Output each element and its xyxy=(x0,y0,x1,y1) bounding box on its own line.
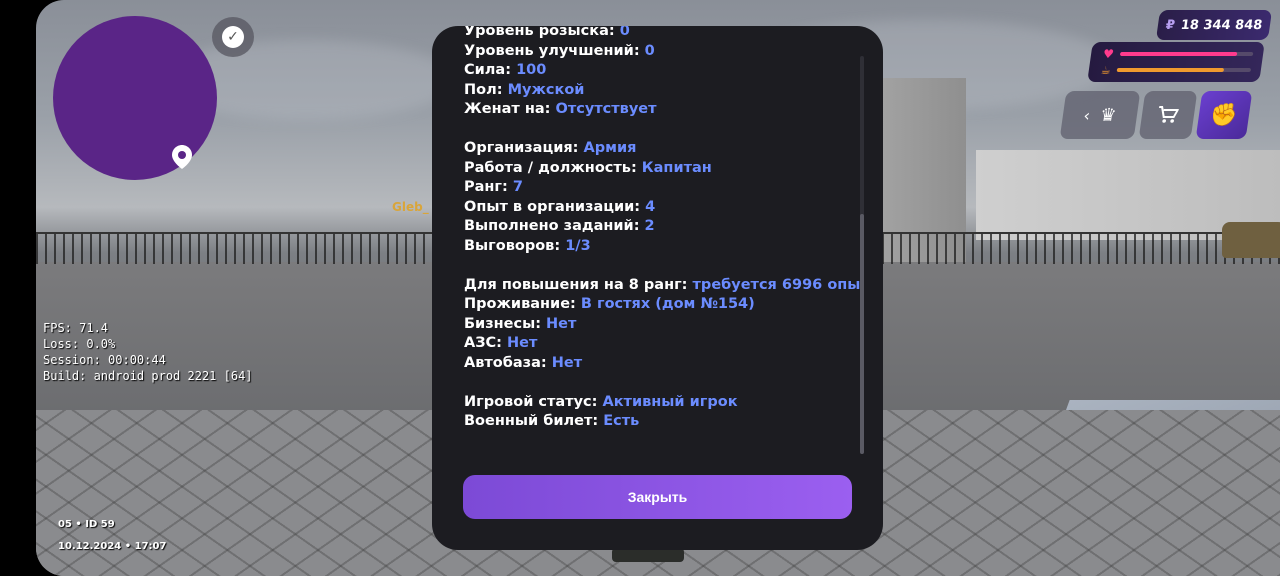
stat-value: Нет xyxy=(507,335,538,351)
stat-row: Военный билет: Есть xyxy=(464,412,864,432)
chat-check-icon: ✓ xyxy=(222,26,244,48)
stat-label: Организация: xyxy=(464,140,584,156)
stat-row: Организация: Армия xyxy=(464,139,864,159)
stat-label: Выполнено заданий: xyxy=(464,218,645,234)
stat-label: Женат на: xyxy=(464,101,556,117)
stat-label: Уровень улучшений: xyxy=(464,42,645,59)
stat-value: В гостях (дом №154) xyxy=(580,296,755,312)
location-pin-icon xyxy=(172,145,192,169)
stat-row: Ранг: 7 xyxy=(464,178,864,198)
player-character xyxy=(612,548,684,562)
heart-icon: ♥ xyxy=(1102,47,1115,61)
scrollbar[interactable] xyxy=(860,56,864,454)
money-display: ₽ 18 344 848 xyxy=(1155,10,1273,40)
stats-scroll-area[interactable]: Уровень розыска: 0 Уровень улучшений: 0С… xyxy=(464,26,864,456)
stat-value: Мужской xyxy=(507,81,585,98)
stat-value: 7 xyxy=(512,179,523,195)
stat-value: Капитан xyxy=(641,159,712,176)
stat-value: Активный игрок xyxy=(602,393,738,410)
stat-label: Пол: xyxy=(464,81,508,98)
stat-value: Нет xyxy=(551,354,583,371)
shop-button[interactable] xyxy=(1138,91,1198,139)
health-bar xyxy=(1119,52,1254,56)
build-text: Build: android prod 2221 [64] xyxy=(43,369,253,383)
stat-label: Игровой статус: xyxy=(464,393,603,410)
stat-label: Бизнесы: xyxy=(464,315,547,332)
stat-row: АЗС: Нет xyxy=(464,334,864,354)
stat-label: Ранг: xyxy=(464,179,513,195)
stat-row: Выговоров: 1/3 xyxy=(464,237,864,257)
stat-label: Автобаза: xyxy=(464,354,552,371)
stat-row: Опыт в организации: 4 xyxy=(464,198,864,218)
stat-value: 1/3 xyxy=(565,237,591,254)
stat-label: Проживание: xyxy=(464,296,581,312)
food-icon: ☕ xyxy=(1099,63,1112,77)
stat-value: Отсутствует xyxy=(555,101,657,117)
fist-icon: ✊ xyxy=(1208,102,1240,128)
minimap[interactable] xyxy=(53,16,217,180)
player-stats-panel: ♥ ☕ xyxy=(1087,42,1265,82)
stat-label: Для повышения на 8 ранг: xyxy=(464,276,693,293)
cart-icon xyxy=(1158,106,1180,123)
stat-label: Работа / должность: xyxy=(464,159,642,176)
stat-value: Нет xyxy=(546,315,577,332)
stat-row: Игровой статус: Активный игрок xyxy=(464,393,864,413)
stat-value: Армия xyxy=(583,140,637,156)
stat-label: Выговоров: xyxy=(464,237,566,254)
stat-value: 0 xyxy=(619,26,630,39)
hunger-bar xyxy=(1116,68,1252,72)
stat-row: Уровень улучшений: 0 xyxy=(464,42,864,62)
stat-row: Работа / должность: Капитан xyxy=(464,159,864,179)
session-text: Session: 00:00:44 xyxy=(43,353,166,367)
chevron-left-icon: ‹ xyxy=(1082,105,1092,125)
stat-label: Сила: xyxy=(464,62,517,78)
fps-text: FPS: 71.4 xyxy=(43,321,109,335)
stat-label: Военный билет: xyxy=(464,413,604,429)
stat-value: Есть xyxy=(603,413,640,429)
player-nametag: Gleb_ xyxy=(392,200,429,214)
fist-weapon-button[interactable]: ✊ xyxy=(1195,91,1253,139)
server-id: 05 • ID 59 xyxy=(58,519,115,530)
chat-button[interactable]: ✓ xyxy=(212,17,254,57)
stat-row: Проживание: В гостях (дом №154) xyxy=(464,295,864,315)
stat-row: Бизнесы: Нет xyxy=(464,315,864,335)
stat-label: Уровень розыска: xyxy=(464,26,620,39)
stat-label: Опыт в организации: xyxy=(464,198,646,215)
health-bar-fill xyxy=(1119,52,1238,56)
stat-row: Уровень розыска: 0 xyxy=(464,26,864,42)
stats-dialog: Уровень розыска: 0 Уровень улучшений: 0С… xyxy=(432,26,883,550)
debug-info: FPS: 71.4 Loss: 0.0% Session: 00:00:44 B… xyxy=(43,320,253,384)
vehicle xyxy=(1222,222,1280,258)
stat-row: Женат на: Отсутствует xyxy=(464,100,864,120)
stat-value: 4 xyxy=(645,198,656,215)
loss-text: Loss: 0.0% xyxy=(43,337,116,351)
crown-icon: ♛ xyxy=(1098,104,1118,126)
stats-list: Уровень розыска: 0 Уровень улучшений: 0С… xyxy=(464,26,864,432)
currency-icon: ₽ xyxy=(1164,17,1176,33)
stat-row: Автобаза: Нет xyxy=(464,354,864,374)
hunger-bar-fill xyxy=(1116,68,1225,72)
money-value: 18 344 848 xyxy=(1179,17,1264,33)
stat-value: 0 xyxy=(644,42,655,59)
stat-value: 2 xyxy=(644,218,655,234)
stat-row: Пол: Мужской xyxy=(464,81,864,101)
stat-label: АЗС: xyxy=(464,335,508,351)
stat-value: 100 xyxy=(516,62,547,78)
date-time: 10.12.2024 • 17:07 xyxy=(58,541,167,552)
close-button[interactable]: Закрыть xyxy=(463,475,852,519)
stat-row: Для повышения на 8 ранг: требуется 6996 … xyxy=(464,276,864,296)
donate-menu-button[interactable]: ‹ ♛ xyxy=(1059,91,1141,139)
stat-row: Сила: 100 xyxy=(464,61,864,81)
scrollbar-thumb[interactable] xyxy=(860,214,864,454)
stat-row: Выполнено заданий: 2 xyxy=(464,217,864,237)
stat-value: требуется 6996 опыта xyxy=(692,276,864,293)
